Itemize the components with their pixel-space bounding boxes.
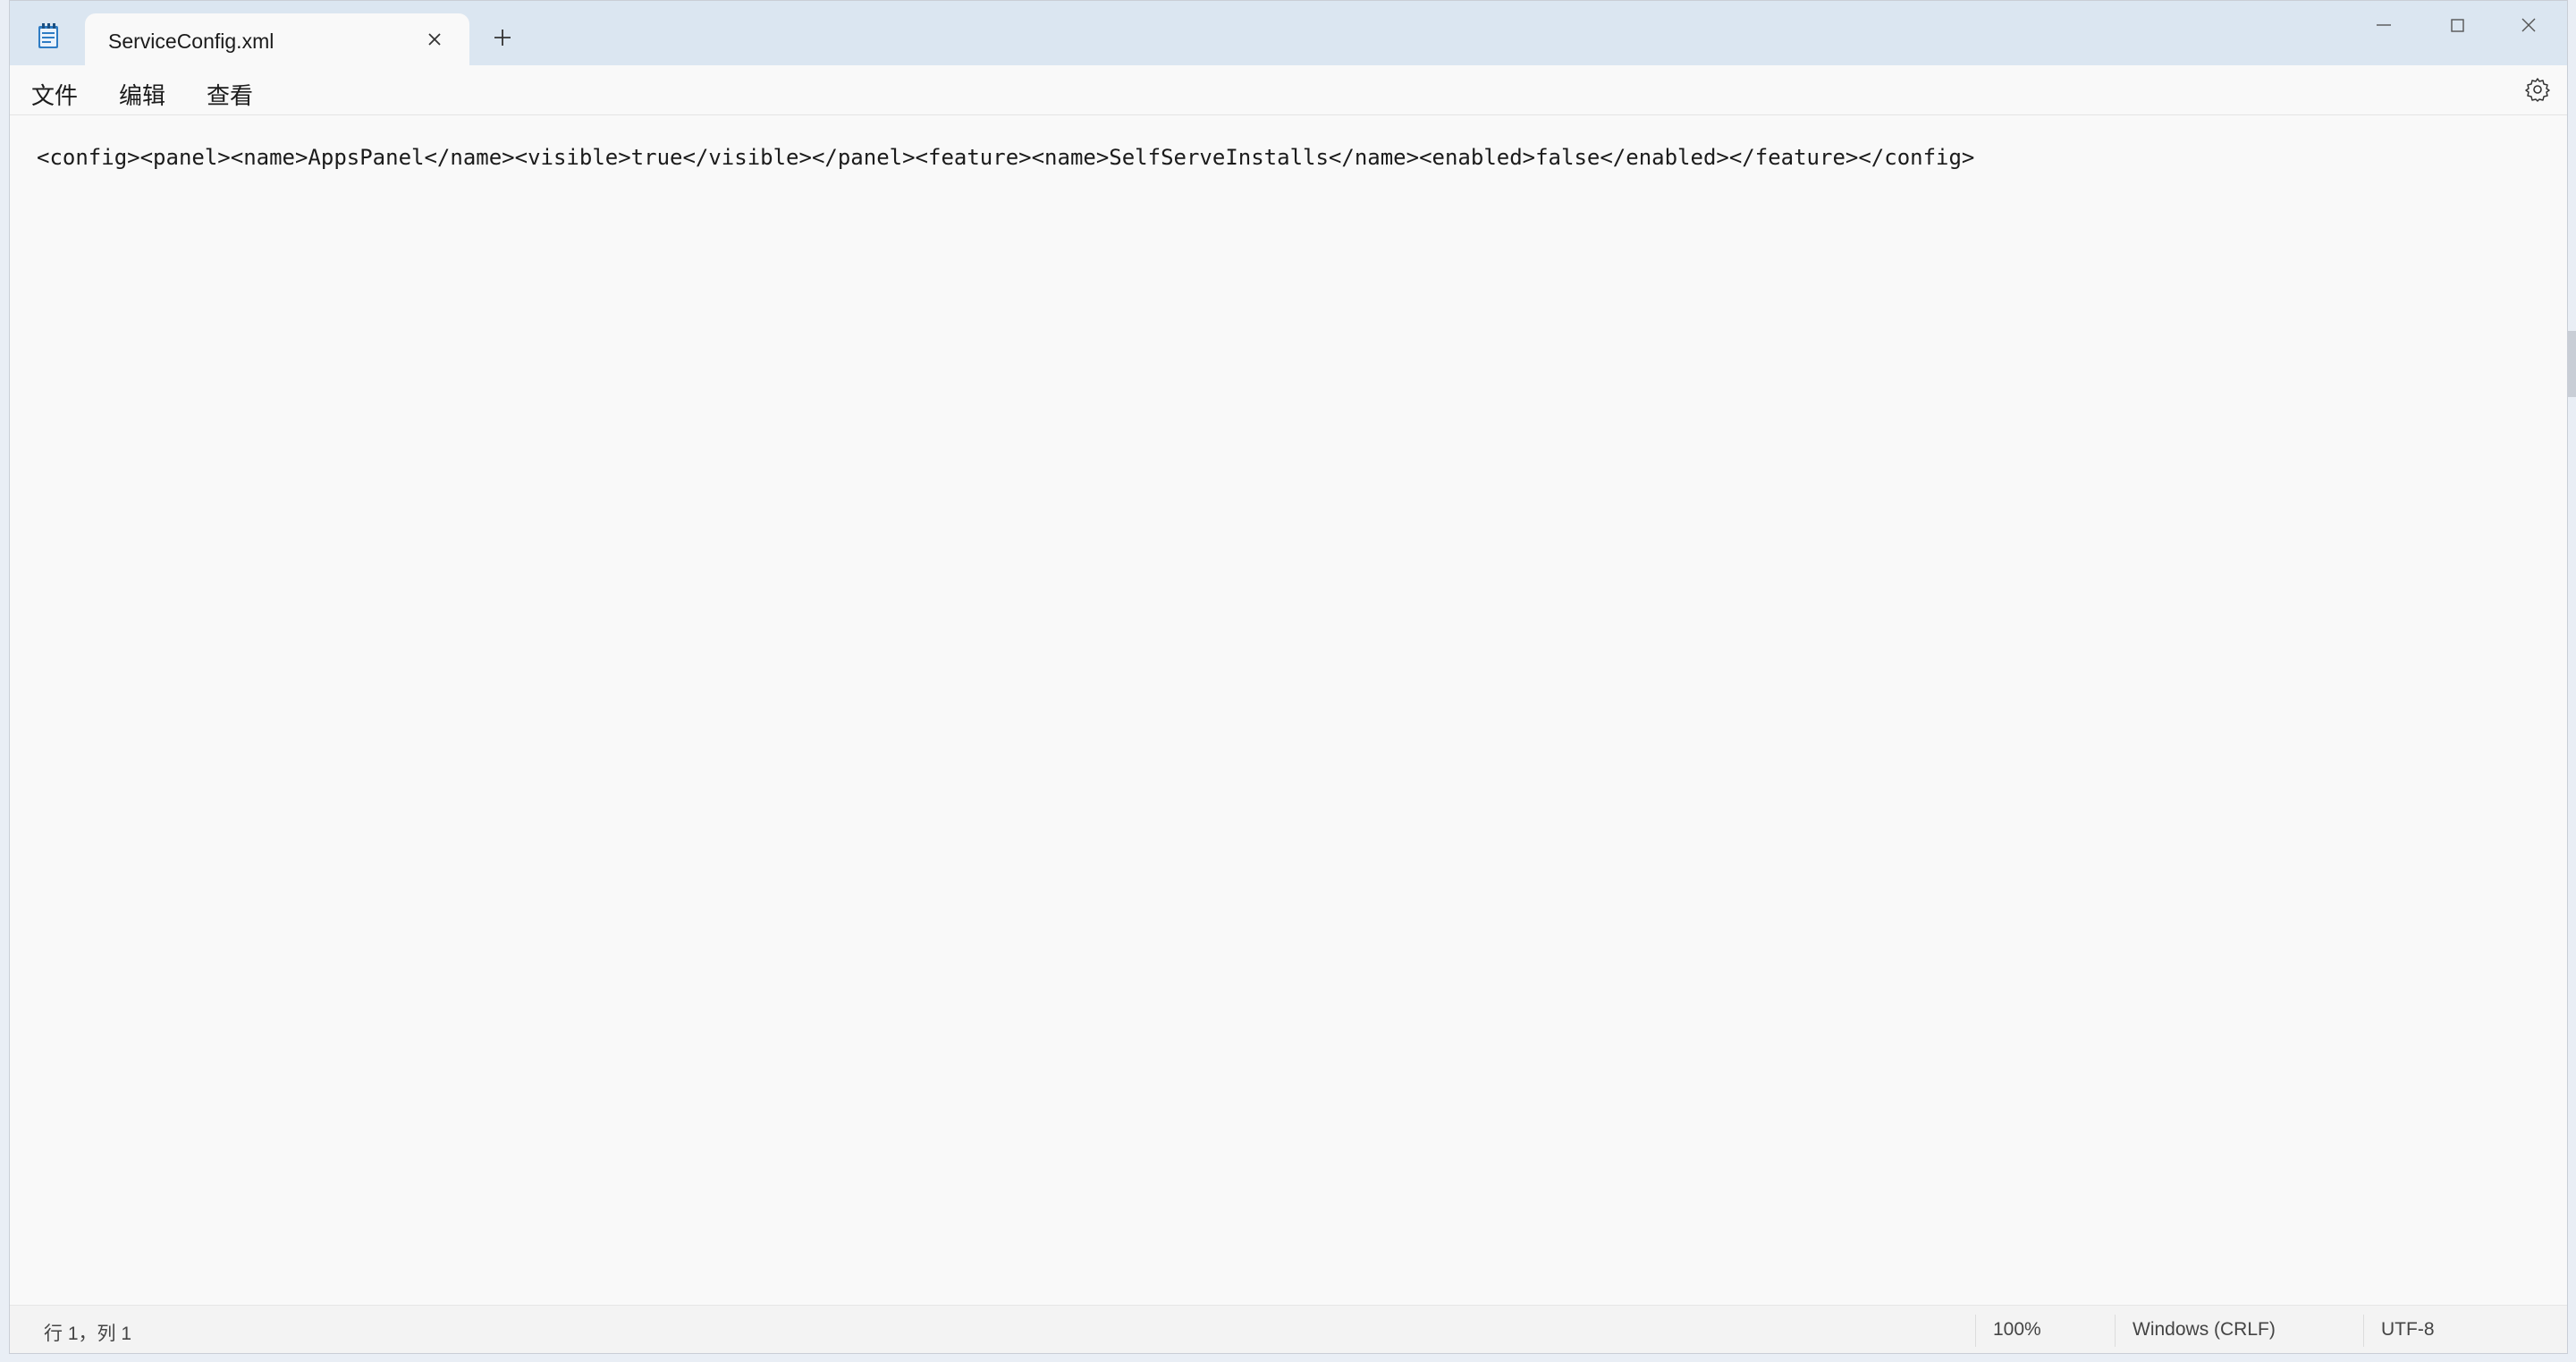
editor-content[interactable]: <config><panel><name>AppsPanel</name><vi… [37, 142, 1974, 173]
notepad-window: ServiceConfig.xml 文件 编辑 查看 <config><pane… [9, 0, 2568, 1354]
background-window-edge [2568, 331, 2576, 397]
maximize-icon[interactable] [2444, 12, 2470, 38]
menu-view[interactable]: 查看 [207, 76, 253, 113]
menu-bar: 文件 编辑 查看 [10, 65, 2567, 115]
text-editor[interactable]: <config><panel><name>AppsPanel</name><vi… [10, 115, 2567, 1303]
plus-icon[interactable] [493, 28, 512, 47]
tab-serviceconfig[interactable]: ServiceConfig.xml [85, 13, 469, 65]
title-bar: ServiceConfig.xml [10, 1, 2567, 65]
zoom-level[interactable]: 100% [1993, 1319, 2041, 1341]
menu-file[interactable]: 文件 [31, 76, 78, 113]
line-ending[interactable]: Windows (CRLF) [2133, 1319, 2276, 1341]
status-bar: 行 1，列 1 100% Windows (CRLF) UTF-8 [10, 1305, 2567, 1353]
status-divider [1975, 1315, 1976, 1347]
gear-icon[interactable] [2524, 76, 2551, 103]
menu-edit[interactable]: 编辑 [119, 76, 165, 113]
status-divider [2115, 1315, 2116, 1347]
minimize-icon[interactable] [2370, 12, 2397, 38]
close-icon[interactable] [2515, 12, 2542, 38]
notepad-icon [37, 22, 60, 49]
cursor-position: 行 1，列 1 [44, 1324, 132, 1344]
status-divider [2363, 1315, 2364, 1347]
close-icon[interactable] [423, 28, 446, 51]
tab-title: ServiceConfig.xml [108, 30, 274, 53]
encoding[interactable]: UTF-8 [2381, 1319, 2435, 1341]
